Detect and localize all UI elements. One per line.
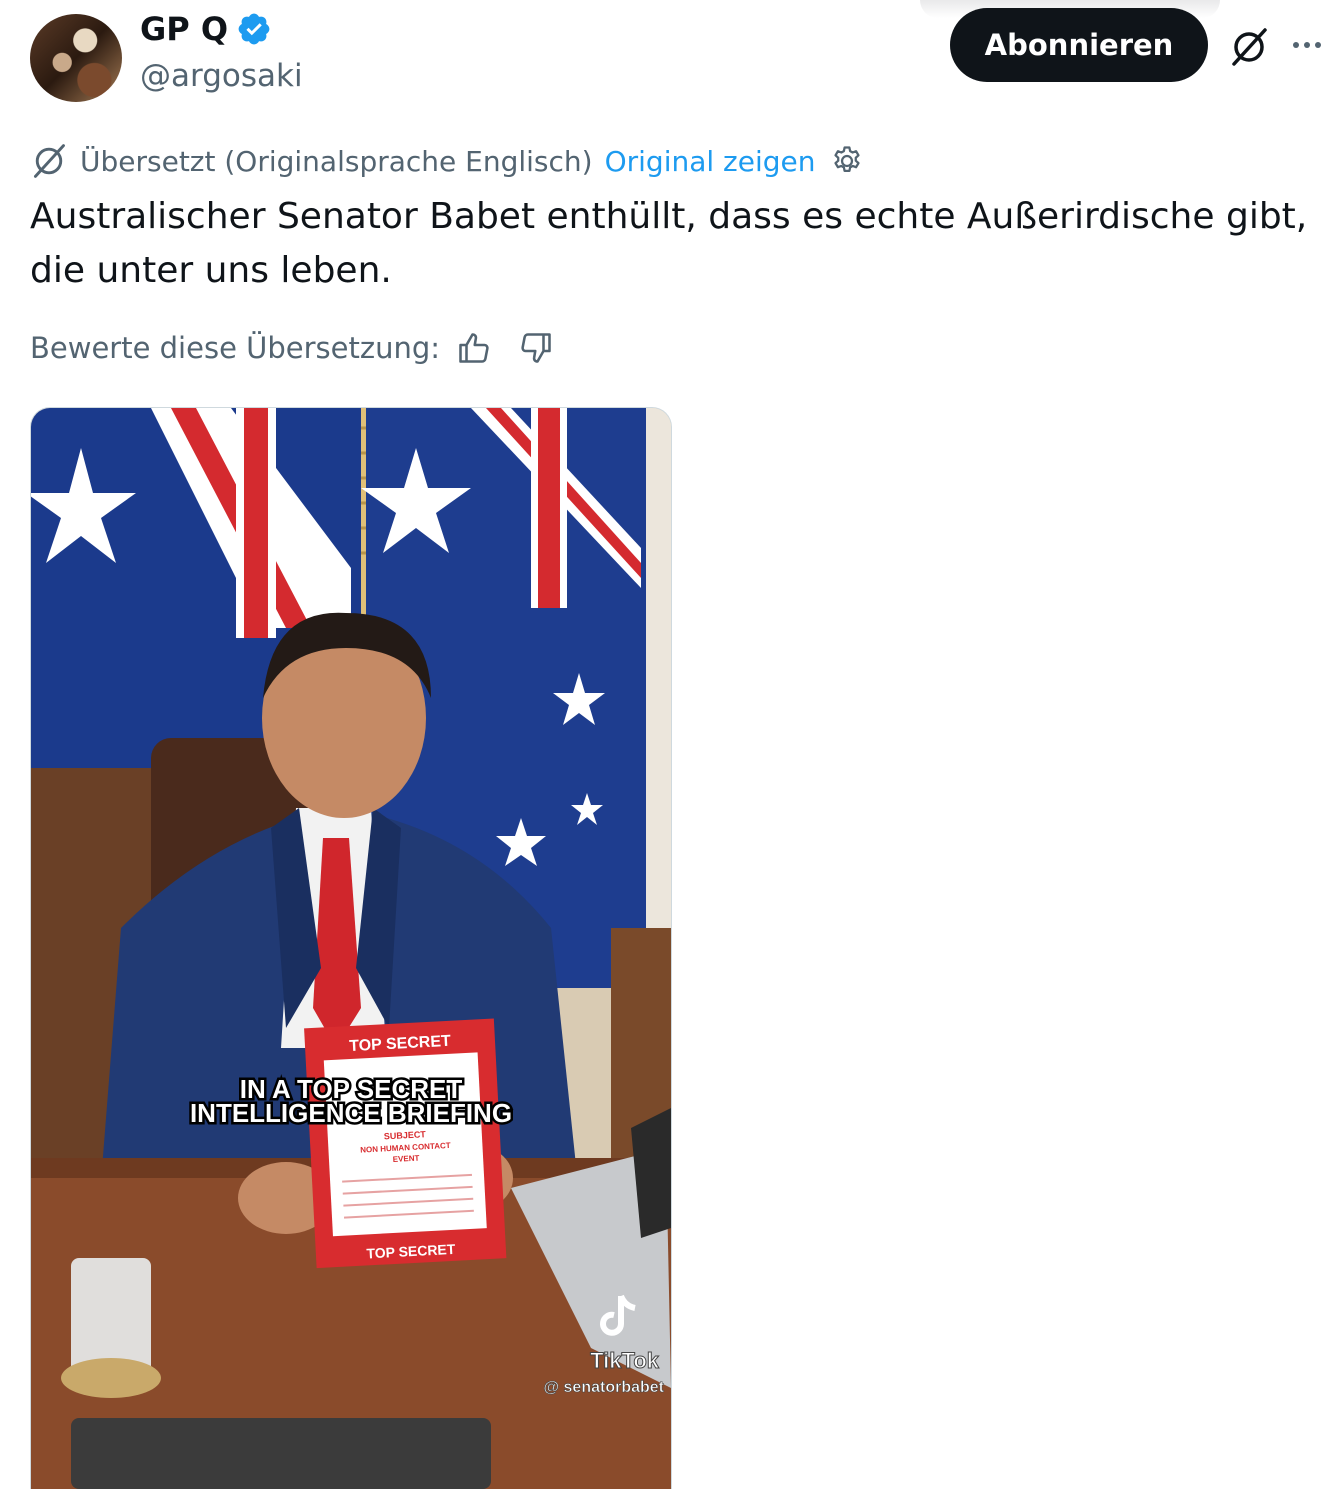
grok-translate-icon: [33, 144, 65, 178]
translation-notice: Übersetzt (Originalsprache Englisch) Ori…: [30, 142, 864, 180]
avatar[interactable]: [30, 14, 122, 102]
author-handle[interactable]: @argosaki: [140, 58, 303, 94]
caption-line-2: INTELLIGENCE BRIEFING: [190, 1098, 512, 1128]
more-icon[interactable]: [1290, 30, 1324, 60]
show-original-link[interactable]: Original zeigen: [605, 145, 816, 178]
rating-label: Bewerte diese Übersetzung:: [30, 331, 441, 365]
tiktok-brand: TikTok: [590, 1348, 660, 1373]
translation-notice-text: Übersetzt (Originalsprache Englisch): [80, 144, 593, 178]
tiktok-handle: @ senatorbabet: [543, 1379, 664, 1396]
video-frame: TOP SECRET SUBJECT NON HUMAN CONTACT EVE…: [31, 408, 671, 1489]
author-name-row[interactable]: GP Q: [140, 10, 272, 48]
thumbs-down-icon[interactable]: [518, 330, 554, 366]
video-media[interactable]: TOP SECRET SUBJECT NON HUMAN CONTACT EVE…: [30, 407, 672, 1489]
author-name[interactable]: GP Q: [140, 10, 228, 48]
tweet-text: Australischer Senator Babet enthüllt, da…: [30, 196, 1308, 291]
translation-rating: Bewerte diese Übersetzung:: [30, 330, 554, 366]
gear-icon[interactable]: [830, 144, 864, 178]
thumbs-up-icon[interactable]: [456, 330, 492, 366]
subscribe-button[interactable]: Abonnieren: [950, 8, 1208, 82]
grok-icon[interactable]: [1228, 26, 1270, 68]
verified-badge-icon: [238, 13, 270, 45]
doc-subtitle-2: EVENT: [392, 1154, 419, 1164]
